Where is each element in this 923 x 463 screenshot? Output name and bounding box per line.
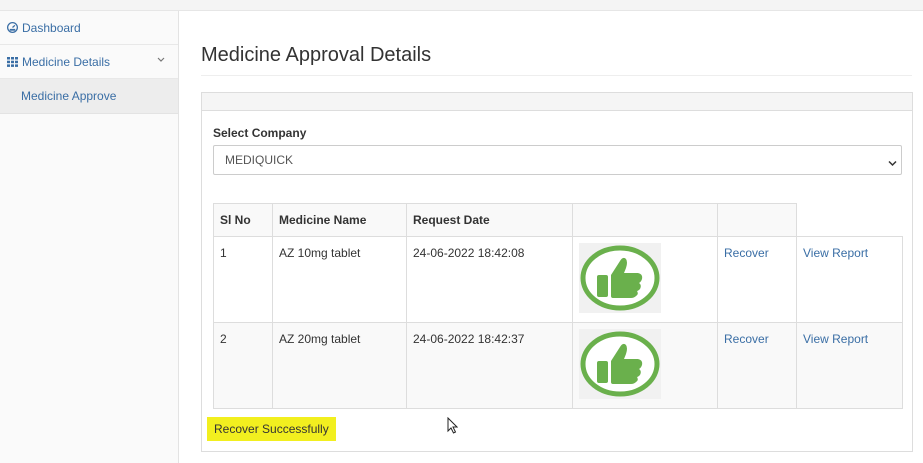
view-report-link[interactable]: View Report xyxy=(803,246,868,260)
cell-request-date: 24-06-2022 18:42:37 xyxy=(406,322,573,409)
cell-action: Recover xyxy=(717,322,797,409)
sidebar-subitem-label: Medicine Approve xyxy=(21,89,117,103)
cell-action: Recover xyxy=(717,236,797,323)
sidebar-item-dashboard[interactable]: Dashboard xyxy=(0,11,178,45)
mouse-cursor-icon xyxy=(447,416,459,437)
view-report-link[interactable]: View Report xyxy=(803,332,868,346)
panel-heading xyxy=(202,93,912,111)
cell-image xyxy=(572,236,718,323)
column-header-request-date: Request Date xyxy=(406,203,573,237)
recover-link[interactable]: Recover xyxy=(724,332,769,346)
column-header-report xyxy=(796,203,903,237)
column-header-medicine-name: Medicine Name xyxy=(272,203,407,237)
thumbs-up-icon xyxy=(579,243,661,313)
medicine-table: Sl No Medicine Name Request Date 1 AZ 10… xyxy=(213,203,903,409)
company-select[interactable]: MEDIQUICK xyxy=(213,145,902,175)
approval-panel: Select Company MEDIQUICK Sl No Medicine … xyxy=(201,92,913,452)
success-message: Recover Successfully xyxy=(207,417,336,441)
table-row: 2 AZ 20mg tablet 24-06-2022 18:42:37 Rec… xyxy=(213,322,903,409)
sidebar: Dashboard Medicine Details Medicine Appr… xyxy=(0,11,179,463)
thumbs-up-icon xyxy=(579,329,661,399)
sidebar-item-medicine-approve[interactable]: Medicine Approve xyxy=(0,79,178,114)
column-header-sl-no: Sl No xyxy=(213,203,273,237)
chevron-down-icon xyxy=(888,156,897,170)
recover-link[interactable]: Recover xyxy=(724,246,769,260)
column-header-action xyxy=(717,203,797,237)
company-label: Select Company xyxy=(213,126,307,140)
chevron-down-icon[interactable] xyxy=(157,55,165,66)
cell-report: View Report xyxy=(796,322,903,409)
cell-medicine-name: AZ 20mg tablet xyxy=(272,322,407,409)
table-header-row: Sl No Medicine Name Request Date xyxy=(213,203,903,237)
cell-request-date: 24-06-2022 18:42:08 xyxy=(406,236,573,323)
sidebar-item-label: Dashboard xyxy=(22,20,81,35)
column-header-image xyxy=(572,203,718,237)
sidebar-item-medicine-details[interactable]: Medicine Details xyxy=(0,45,178,79)
title-divider xyxy=(201,75,912,76)
cell-sl-no: 2 xyxy=(213,322,273,409)
grid-icon xyxy=(7,56,19,67)
company-select-value: MEDIQUICK xyxy=(225,153,294,167)
cell-report: View Report xyxy=(796,236,903,323)
sidebar-item-label: Medicine Details xyxy=(22,54,111,69)
cell-medicine-name: AZ 10mg tablet xyxy=(272,236,407,323)
dashboard-icon xyxy=(7,22,19,33)
cell-image xyxy=(572,322,718,409)
page-title: Medicine Approval Details xyxy=(201,44,432,66)
cell-sl-no: 1 xyxy=(213,236,273,323)
top-bar xyxy=(0,0,923,11)
table-row: 1 AZ 10mg tablet 24-06-2022 18:42:08 Rec… xyxy=(213,236,903,323)
